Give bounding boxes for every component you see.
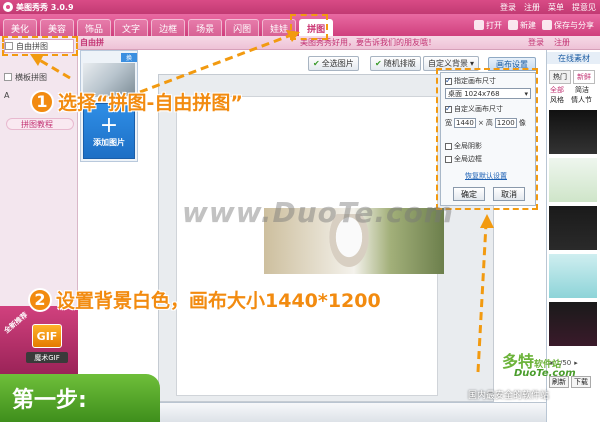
free-collage-highlight xyxy=(2,36,78,56)
material-tabs: 热门 新鲜 xyxy=(549,70,595,84)
step2-annotation: 2 设置背景白色，画布大小1440*1200 xyxy=(28,286,381,313)
header-links: 登录 注册 菜单 提意见 xyxy=(500,2,600,13)
file-tools: 打开 新建 保存与分享 xyxy=(474,14,600,36)
tab-flash[interactable]: 闪图 xyxy=(225,19,260,36)
material-thumb[interactable] xyxy=(549,158,597,202)
sub-links: 登录 注册 xyxy=(528,37,570,48)
step1-annotation: 1 选择“拼图-自由拼图” xyxy=(30,88,243,115)
random-layout-button[interactable]: ✔ 随机排版 xyxy=(370,56,421,71)
collage-tutorial-link[interactable]: 拼图教程 xyxy=(6,118,74,130)
settings-highlight xyxy=(436,68,538,210)
open-label: 打开 xyxy=(486,20,502,30)
step2-text: 设置背景白色，画布大小1440*1200 xyxy=(56,290,381,312)
menu-link[interactable]: 菜单 xyxy=(548,2,564,13)
first-step-banner: 第一步: xyxy=(0,374,160,422)
folder-icon xyxy=(474,20,484,30)
sidebar-item-label: 横板拼图 xyxy=(15,72,47,82)
sidebar-item-horizontal-collage[interactable]: 横板拼图 xyxy=(4,70,74,84)
step2-number: 2 xyxy=(28,287,52,312)
save-label: 保存与分享 xyxy=(554,20,594,30)
sidebar-item-label: A xyxy=(4,90,10,100)
select-all-button[interactable]: ✔ 全选图片 xyxy=(308,56,359,71)
tab-border[interactable]: 边框 xyxy=(151,19,186,36)
tab-new[interactable]: 新鲜 xyxy=(573,70,595,84)
replace-tag[interactable]: 换 xyxy=(121,53,137,62)
tab-text[interactable]: 文字 xyxy=(114,19,149,36)
chevron-down-icon: ▾ xyxy=(470,59,475,68)
filter-valentine[interactable]: 情人节 xyxy=(571,96,592,105)
filter-style[interactable]: 风格 xyxy=(550,96,564,105)
gif-label: 魔术GIF xyxy=(26,352,68,363)
gif-promo[interactable]: 全新推荐 GIF 魔术GIF xyxy=(0,306,78,374)
material-thumb[interactable] xyxy=(549,206,597,250)
register-link[interactable]: 注册 xyxy=(524,2,540,13)
tab-beautify[interactable]: 美化 xyxy=(3,19,38,36)
site-slogan: 国内最安全的软件站 xyxy=(468,391,550,401)
tab-accessories[interactable]: 饰品 xyxy=(77,19,112,36)
plus-icon xyxy=(508,20,518,30)
open-button[interactable]: 打开 xyxy=(474,20,502,31)
online-material-header: 在线素材 xyxy=(547,52,600,64)
sub-register-link[interactable]: 注册 xyxy=(554,37,570,48)
feedback-link[interactable]: 提意见 xyxy=(572,2,596,13)
save-share-button[interactable]: 保存与分享 xyxy=(542,20,594,31)
login-link[interactable]: 登录 xyxy=(500,2,516,13)
app-logo-icon xyxy=(3,2,13,12)
collage-tab-highlight xyxy=(290,14,328,40)
material-thumb[interactable] xyxy=(549,302,597,346)
step1-text: 选择“拼图-自由拼图” xyxy=(58,92,243,114)
random-layout-label: 随机排版 xyxy=(383,59,416,68)
check-icon: ✔ xyxy=(313,59,320,68)
title-bar: 美图秀秀 3.0.9 登录 注册 菜单 提意见 xyxy=(0,0,600,14)
tab-beauty[interactable]: 美容 xyxy=(40,19,75,36)
add-picture-label: 添加图片 xyxy=(93,137,125,147)
app-title: 美图秀秀 3.0.9 xyxy=(16,2,74,12)
save-icon xyxy=(542,20,552,30)
watermark: www.DuoTe.com xyxy=(182,196,454,229)
new-label: 新建 xyxy=(520,20,536,30)
step1-number: 1 xyxy=(30,89,54,114)
select-all-label: 全选图片 xyxy=(321,59,354,68)
gif-badge: GIF xyxy=(32,324,62,348)
material-thumb[interactable] xyxy=(549,254,597,298)
site-logo-en: DuoTe.com xyxy=(514,368,576,379)
plus-icon: + xyxy=(99,112,119,138)
filter-all[interactable]: 全部 xyxy=(550,86,564,95)
sub-login-link[interactable]: 登录 xyxy=(528,37,544,48)
collage-icon xyxy=(4,73,12,81)
shuffle-icon: ✔ xyxy=(375,59,382,68)
site-logo: 多特软件站 DuoTe.com 国内最安全的软件站 xyxy=(468,348,596,418)
material-thumb[interactable] xyxy=(549,110,597,154)
new-button[interactable]: 新建 xyxy=(508,20,536,31)
tab-scene[interactable]: 场景 xyxy=(188,19,223,36)
tab-hot[interactable]: 热门 xyxy=(549,70,571,84)
gif-ribbon: 全新推荐 xyxy=(2,310,30,336)
filter-simple[interactable]: 简洁 xyxy=(575,86,589,95)
sub-title: 自由拼 xyxy=(80,38,104,47)
